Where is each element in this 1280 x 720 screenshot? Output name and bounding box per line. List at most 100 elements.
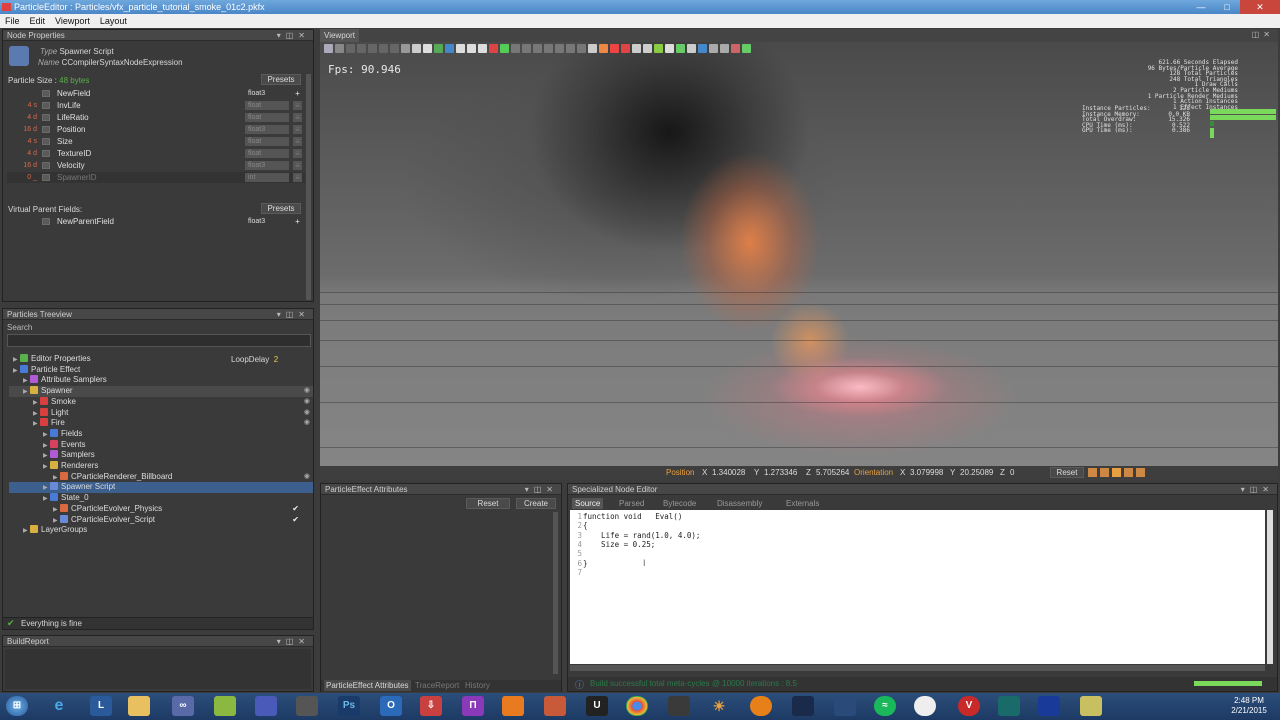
vertical-scrollbar[interactable] bbox=[1267, 510, 1273, 664]
internet-explorer-icon[interactable]: e bbox=[48, 696, 70, 716]
app-icon[interactable] bbox=[544, 696, 566, 716]
maximize-button[interactable]: □ bbox=[1214, 0, 1240, 14]
menu-edit[interactable]: Edit bbox=[25, 14, 51, 28]
checkmark-icon[interactable]: ✔ bbox=[292, 515, 299, 526]
toolbar-icon[interactable] bbox=[709, 44, 718, 53]
field-name[interactable]: Size bbox=[57, 136, 73, 147]
toolbar-icon[interactable] bbox=[522, 44, 531, 53]
tree-item[interactable]: ▶ Spawner ◉ bbox=[9, 386, 313, 397]
field-menu-button[interactable]: ≡ bbox=[293, 173, 302, 182]
folder-icon[interactable] bbox=[128, 696, 150, 716]
tree-item[interactable]: ▶ Attribute Samplers bbox=[9, 375, 313, 386]
tree-item[interactable]: ▶ State_0 bbox=[9, 493, 313, 504]
eye-icon[interactable]: ◉ bbox=[304, 418, 310, 429]
toolbar-icon[interactable] bbox=[577, 44, 586, 53]
minimize-button[interactable]: — bbox=[1188, 0, 1214, 14]
viewport-tab[interactable]: Viewport bbox=[320, 29, 359, 42]
or-z-value[interactable]: 0 bbox=[1010, 468, 1014, 477]
tab-particleeffect-attributes[interactable]: ParticleEffect Attributes bbox=[324, 680, 411, 691]
field-row[interactable]: 4 s InvLife float ≡ bbox=[7, 100, 305, 111]
toolbar-icon[interactable] bbox=[423, 44, 432, 53]
tree-item[interactable]: ▶ Renderers bbox=[9, 461, 313, 472]
virtual-presets-button[interactable]: Presets bbox=[261, 203, 301, 214]
panel-header-buttons[interactable]: ▾◫✕ bbox=[277, 309, 310, 320]
outlook-icon[interactable]: O bbox=[380, 696, 402, 716]
add-field-button[interactable]: + bbox=[293, 217, 302, 226]
vertical-scrollbar[interactable] bbox=[553, 512, 558, 674]
pos-x-value[interactable]: 1.340028 bbox=[712, 468, 745, 477]
toolbar-icon[interactable] bbox=[357, 44, 366, 53]
eye-icon[interactable]: ◉ bbox=[304, 408, 310, 419]
toolbar-icon[interactable] bbox=[621, 44, 630, 53]
toolbar-icon[interactable] bbox=[445, 44, 454, 53]
app-icon[interactable] bbox=[502, 696, 524, 716]
field-checkbox[interactable] bbox=[42, 162, 50, 169]
app-icon[interactable] bbox=[998, 696, 1020, 716]
tab-history[interactable]: History bbox=[465, 680, 490, 691]
toolbar-icon[interactable] bbox=[731, 44, 740, 53]
field-row[interactable]: 16 d Position float3 ≡ bbox=[7, 124, 305, 135]
app-icon[interactable] bbox=[834, 696, 856, 716]
toolbar-icon[interactable] bbox=[687, 44, 696, 53]
field-name[interactable]: Position bbox=[57, 124, 85, 135]
tab-disassembly[interactable]: Disassembly bbox=[714, 498, 766, 509]
toolbar-icon[interactable] bbox=[489, 44, 498, 53]
field-menu-button[interactable]: ≡ bbox=[293, 161, 302, 170]
field-menu-button[interactable]: ≡ bbox=[293, 137, 302, 146]
checkmark-icon[interactable]: ✔ bbox=[292, 504, 299, 515]
start-button[interactable]: ⊞ bbox=[6, 696, 28, 716]
field-checkbox[interactable] bbox=[42, 114, 50, 121]
toolbar-icon[interactable] bbox=[676, 44, 685, 53]
field-row[interactable]: 16 d Velocity float3 ≡ bbox=[7, 160, 305, 171]
panel-header-buttons[interactable]: ▾◫✕ bbox=[525, 484, 558, 495]
toolbar-icon[interactable] bbox=[401, 44, 410, 53]
field-name[interactable]: NewField bbox=[57, 88, 90, 99]
field-checkbox[interactable] bbox=[42, 150, 50, 157]
code-line[interactable]: { bbox=[583, 521, 588, 530]
vivaldi-icon[interactable]: V bbox=[958, 696, 980, 716]
reset-button[interactable]: Reset bbox=[466, 498, 510, 509]
toolbar-icon[interactable] bbox=[390, 44, 399, 53]
code-line[interactable]: } bbox=[583, 559, 588, 568]
field-name[interactable]: NewParentField bbox=[57, 216, 114, 227]
vertical-scrollbar[interactable] bbox=[306, 74, 311, 300]
tree-item[interactable]: ▶ Light ◉ bbox=[9, 407, 313, 419]
virtual-field-row[interactable]: NewParentField float3 + bbox=[7, 216, 305, 227]
field-menu-button[interactable]: ≡ bbox=[293, 125, 302, 134]
toolbar-icon[interactable] bbox=[720, 44, 729, 53]
panel-header-buttons[interactable]: ▾◫✕ bbox=[277, 30, 310, 41]
code-line[interactable]: Life = rand(1.0, 4.0); bbox=[583, 531, 700, 540]
field-type-select[interactable]: float3 bbox=[245, 89, 289, 98]
tree-item[interactable]: ▶ Smoke ◉ bbox=[9, 396, 313, 408]
sun-icon[interactable]: ☀ bbox=[708, 696, 730, 716]
monitor-icon[interactable] bbox=[792, 696, 814, 716]
app-icon[interactable] bbox=[1080, 696, 1102, 716]
toolbar-icon[interactable] bbox=[368, 44, 377, 53]
camera-mode-icon[interactable] bbox=[1136, 468, 1145, 477]
toolbar-icon[interactable] bbox=[599, 44, 608, 53]
tab-tracereport[interactable]: TraceReport bbox=[415, 680, 459, 691]
menu-file[interactable]: File bbox=[0, 14, 25, 28]
app-icon[interactable] bbox=[296, 696, 318, 716]
unreal-icon[interactable]: U bbox=[586, 696, 608, 716]
close-button[interactable]: ✕ bbox=[1240, 0, 1280, 14]
field-type-select[interactable]: float3 bbox=[245, 125, 289, 134]
tree-item[interactable]: ▶ Events bbox=[9, 439, 313, 451]
toolbar-icon[interactable] bbox=[632, 44, 641, 53]
tree-item[interactable]: ▶ CParticleEvolver_Script ✔ bbox=[9, 514, 313, 526]
app-icon[interactable]: Π bbox=[462, 696, 484, 716]
field-checkbox[interactable] bbox=[42, 126, 50, 133]
field-row[interactable]: 4 d LifeRatio float ≡ bbox=[7, 112, 305, 123]
toolbar-icon[interactable] bbox=[742, 44, 751, 53]
field-checkbox[interactable] bbox=[42, 102, 50, 109]
field-menu-button[interactable]: ≡ bbox=[293, 101, 302, 110]
spotify-icon[interactable]: ≈ bbox=[874, 696, 896, 716]
photoshop-icon[interactable]: Ps bbox=[338, 696, 360, 716]
field-type-select[interactable]: float bbox=[245, 101, 289, 110]
field-row[interactable]: 4 s Size float ≡ bbox=[7, 136, 305, 147]
tree-item[interactable]: ▶ Spawner Script bbox=[9, 482, 313, 494]
presets-button[interactable]: Presets bbox=[261, 74, 301, 85]
field-name[interactable]: TextureID bbox=[57, 148, 91, 159]
tree-item[interactable]: ▶ Particle Effect bbox=[9, 364, 313, 376]
field-checkbox[interactable] bbox=[42, 138, 50, 145]
